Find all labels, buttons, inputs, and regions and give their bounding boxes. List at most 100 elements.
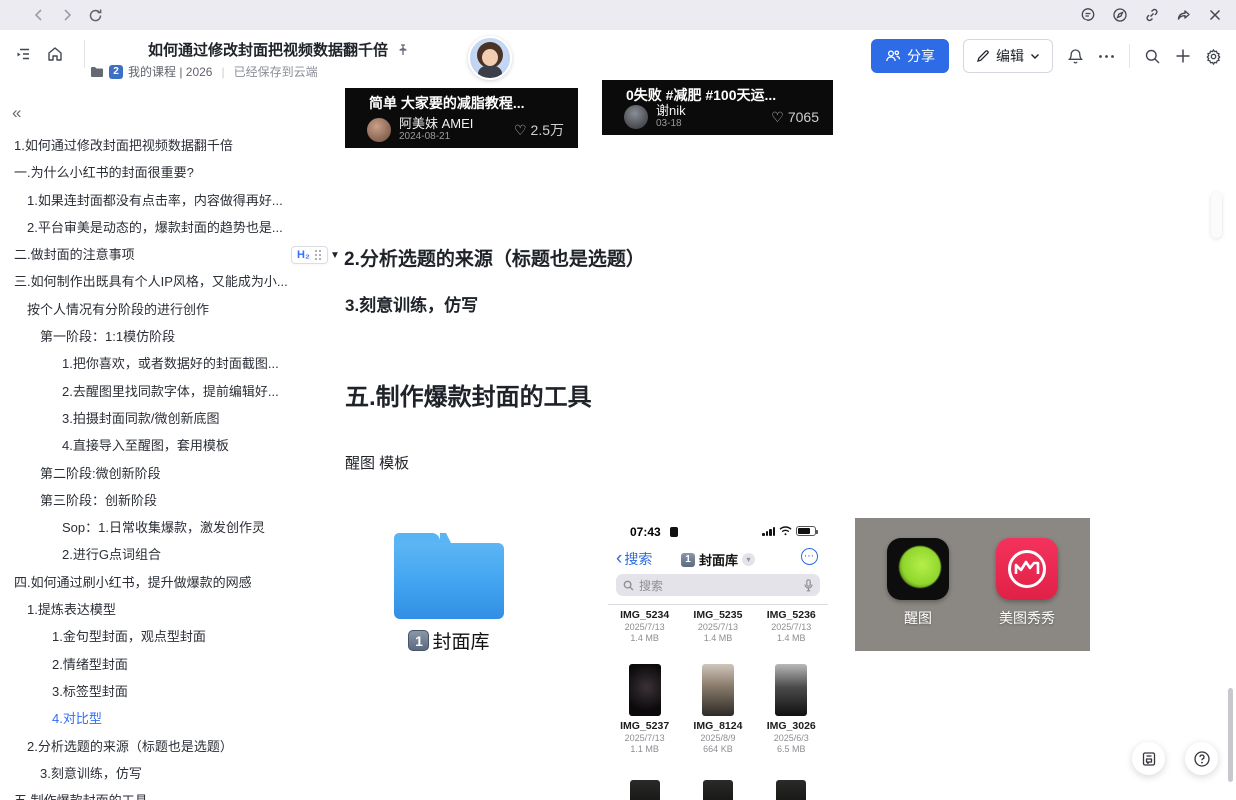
toc-item[interactable]: 1.把你喜欢，或者数据好的封面截图...: [0, 350, 292, 377]
toc-item[interactable]: 二.做封面的注意事项: [0, 241, 292, 268]
settings-gear-icon[interactable]: [1205, 48, 1222, 65]
file-date: 2025/7/13: [681, 622, 754, 633]
folder-shortcut[interactable]: 1 封面库: [385, 533, 513, 654]
outline-sidebar: « 1.如何通过修改封面把视频数据翻千倍 一.为什么小红书的封面很重要? 1.如…: [0, 82, 292, 800]
file-thumbnail: [629, 664, 661, 716]
toc-item[interactable]: 1.如何通过修改封面把视频数据翻千倍: [0, 132, 292, 159]
toc-item[interactable]: 三.如何制作出既具有个人IP风格，又能成为小...: [0, 268, 292, 295]
toc-item[interactable]: 四.如何通过刷小红书，提升做爆款的网感: [0, 569, 292, 596]
file-size: 1.4 MB: [681, 633, 754, 644]
toc-item[interactable]: 2.情绪型封面: [0, 651, 292, 678]
close-window-icon[interactable]: [1208, 8, 1222, 22]
toc-item[interactable]: 4.直接导入至醒图，套用模板: [0, 432, 292, 459]
edit-button-label: 编辑: [996, 46, 1024, 66]
folder-title: 封面库: [699, 550, 738, 569]
file-item[interactable]: IMG_8124 2025/8/9 664 KB: [681, 664, 754, 755]
toc-item[interactable]: 1.金句型封面，观点型封面: [0, 623, 292, 650]
toc-item-active[interactable]: 4.对比型: [0, 705, 292, 732]
app-name: 美图秀秀: [995, 608, 1059, 628]
toc-item[interactable]: 2.分析选题的来源（标题也是选题）: [0, 733, 292, 760]
breadcrumb[interactable]: 2 我的课程 | 2026 | 已经保存到云端: [90, 63, 318, 80]
create-new-icon[interactable]: [1175, 48, 1191, 64]
toc-item[interactable]: 一.为什么小红书的封面很重要?: [0, 159, 292, 186]
toc-item[interactable]: Sop：1.日常收集爆款，激发创作灵: [0, 514, 292, 541]
phone-status-bar: 07:43: [608, 524, 828, 540]
outline-toggle-icon[interactable]: [14, 45, 32, 63]
file-item[interactable]: IMG_5235 2025/7/13 1.4 MB: [681, 609, 754, 644]
toc-item[interactable]: 五.制作爆款封面的工具: [0, 787, 292, 800]
notification-bell-icon[interactable]: [1067, 48, 1084, 65]
search-input[interactable]: 搜索: [616, 574, 820, 596]
sidebar-scroll-handle[interactable]: [1211, 192, 1222, 238]
search-icon[interactable]: [1144, 48, 1161, 65]
toc-item[interactable]: 2.平台审美是动态的，爆款封面的趋势也是...: [0, 214, 292, 241]
section-heading[interactable]: 2.分析选题的来源（标题也是选题）: [344, 244, 645, 271]
browser-back-icon[interactable]: [32, 8, 46, 22]
file-size: 664 KB: [681, 744, 754, 755]
file-item[interactable]: IMG_5237 2025/7/13 1.1 MB: [608, 664, 681, 755]
browser-forward-icon[interactable]: [60, 8, 74, 22]
folder-name: 封面库: [432, 627, 489, 654]
toc-item[interactable]: 按个人情况有分阶段的进行创作: [0, 296, 292, 323]
user-avatar[interactable]: [468, 36, 512, 80]
drag-handle-icon[interactable]: [314, 249, 322, 261]
help-button[interactable]: [1185, 742, 1218, 775]
edit-button[interactable]: 编辑: [963, 39, 1053, 73]
section-heading[interactable]: 3.刻意训练，仿写: [345, 291, 478, 316]
collapse-caret-icon[interactable]: ▼: [330, 250, 340, 261]
mic-icon[interactable]: [804, 579, 813, 592]
more-options-icon[interactable]: ⋯: [801, 548, 818, 565]
share-button[interactable]: 分享: [871, 39, 949, 73]
share-window-icon[interactable]: [1176, 7, 1192, 23]
author-name: 谢nik: [656, 104, 686, 118]
app-meitu[interactable]: 美图秀秀: [995, 538, 1059, 651]
toc-item[interactable]: 3.刻意训练，仿写: [0, 760, 292, 787]
pin-icon[interactable]: [396, 43, 410, 57]
toc-item[interactable]: 1.如果连封面都没有点击率，内容做得再好...: [0, 187, 292, 214]
home-icon[interactable]: [46, 45, 64, 63]
file-name: IMG_3026: [755, 720, 828, 733]
video-cover-card[interactable]: 0失败 #减肥 #100天运... 谢nik 03-18 ♡7065: [602, 80, 833, 135]
toc-item[interactable]: 第三阶段：创新阶段: [0, 487, 292, 514]
like-count: 2.5万: [531, 120, 564, 140]
toc-item[interactable]: 第一阶段：1:1模仿阶段: [0, 323, 292, 350]
chevron-down-icon[interactable]: ▾: [742, 553, 755, 566]
browser-refresh-icon[interactable]: [88, 8, 103, 23]
feedback-button[interactable]: [1132, 742, 1165, 775]
wifi-icon: [779, 526, 792, 536]
video-cover-card[interactable]: 简单 大家要的减脂教程... 阿美妹 AMEI 2024-08-21 ♡2.5万: [345, 88, 578, 148]
file-thumbnail: [703, 780, 733, 800]
avatar-face: [482, 49, 498, 66]
section-heading-tools[interactable]: 五.制作爆款封面的工具: [345, 377, 592, 412]
file-item[interactable]: IMG_5236 2025/7/13 1.4 MB: [755, 609, 828, 644]
pencil-icon: [976, 49, 990, 63]
xingtu-app-icon: [887, 538, 949, 600]
table-of-contents: 1.如何通过修改封面把视频数据翻千倍 一.为什么小红书的封面很重要? 1.如果连…: [0, 132, 292, 800]
toc-item[interactable]: 3.拍摄封面同款/微创新底图: [0, 405, 292, 432]
compass-icon[interactable]: [1112, 7, 1128, 23]
more-ellipsis-icon[interactable]: [1098, 54, 1115, 59]
block-type-handle[interactable]: H₂: [291, 246, 328, 264]
toc-item[interactable]: 3.标签型封面: [0, 678, 292, 705]
cellular-signal-icon: [762, 527, 775, 536]
toc-item[interactable]: 第二阶段:微创新阶段: [0, 460, 292, 487]
toc-item[interactable]: 2.进行G点词组合: [0, 541, 292, 568]
breadcrumb-folder-name[interactable]: 我的课程 | 2026: [128, 63, 212, 80]
toc-item[interactable]: 2.去醒图里找同款字体，提前编辑好...: [0, 378, 292, 405]
file-item[interactable]: IMG_5234 2025/7/13 1.4 MB: [608, 609, 681, 644]
phone-screenshot-files-app: 07:43 ‹搜索 1 封面库 ▾ ⋯ 搜索 IMG_5234: [608, 518, 828, 800]
file-date: 2025/7/13: [755, 622, 828, 633]
comment-icon[interactable]: [1080, 7, 1096, 23]
paragraph-text[interactable]: 醒图 模板: [345, 452, 409, 473]
app-xingtu[interactable]: 醒图: [886, 538, 950, 651]
link-icon[interactable]: [1144, 7, 1160, 23]
battery-icon: [796, 526, 816, 536]
file-item[interactable]: IMG_3026 2025/6/3 6.5 MB: [755, 664, 828, 755]
phone-nav-bar: ‹搜索 1 封面库 ▾ ⋯: [608, 548, 828, 570]
avatar-body: [478, 66, 502, 80]
sidebar-collapse-icon[interactable]: «: [12, 104, 21, 121]
browser-chrome-bar: [0, 0, 1236, 30]
file-row-partial: [608, 780, 828, 800]
scrollbar-thumb[interactable]: [1228, 688, 1233, 782]
toc-item[interactable]: 1.提炼表达模型: [0, 596, 292, 623]
